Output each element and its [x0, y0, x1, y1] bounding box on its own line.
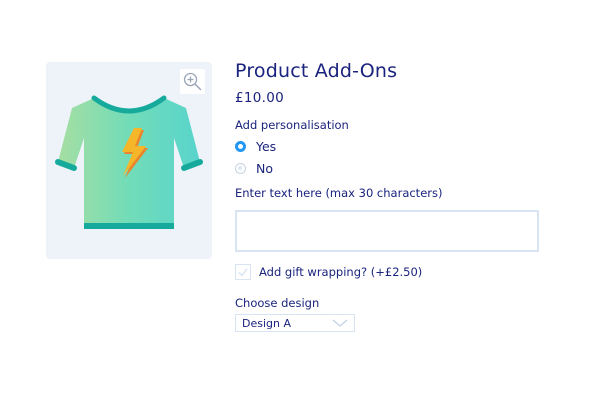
zoom-button[interactable] [180, 69, 205, 94]
radio-yes-label: Yes [256, 139, 277, 154]
radio-no[interactable]: No [235, 161, 273, 176]
gift-wrap-checkbox[interactable] [235, 264, 251, 280]
radio-yes[interactable]: Yes [235, 139, 276, 154]
radio-no-label: No [256, 161, 273, 176]
personalisation-text-input[interactable] [235, 210, 539, 252]
product-image-card [46, 62, 212, 259]
text-entry-label: Enter text here (max 30 characters) [235, 186, 443, 200]
gift-wrap-checkbox-row[interactable]: Add gift wrapping? (+£2.50) [235, 264, 422, 280]
radio-unchecked-icon [235, 163, 246, 174]
product-title: Product Add-Ons [235, 60, 398, 82]
zoom-in-icon [183, 72, 202, 91]
product-price: £10.00 [235, 90, 285, 106]
design-select-value: Design A [242, 316, 292, 330]
design-label: Choose design [235, 296, 320, 310]
radio-checked-icon [235, 141, 246, 152]
tshirt-image [55, 95, 203, 229]
chevron-down-icon [332, 319, 348, 327]
personalisation-label: Add personalisation [235, 118, 349, 132]
checkmark-icon [238, 268, 248, 277]
product-page: Product Add-Ons £10.00 Add personalisati… [0, 0, 600, 400]
gift-wrap-label: Add gift wrapping? (+£2.50) [259, 265, 423, 279]
design-select[interactable]: Design A [235, 314, 355, 332]
